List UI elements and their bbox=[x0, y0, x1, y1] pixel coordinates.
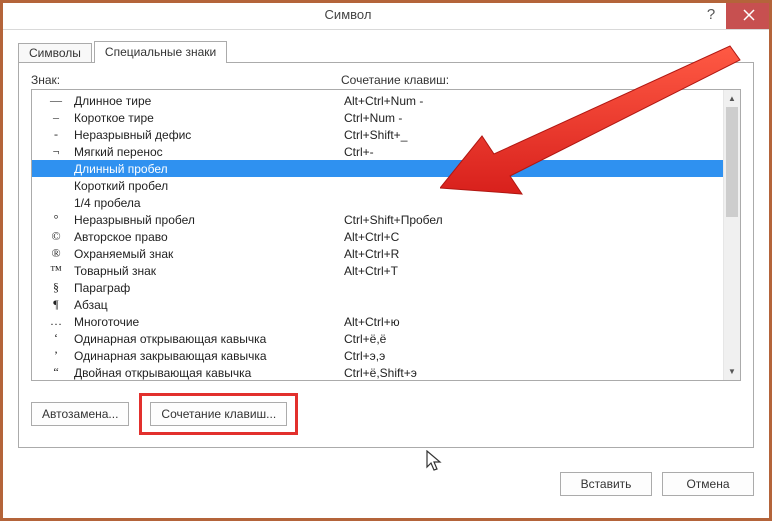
scroll-down-button[interactable]: ▼ bbox=[724, 363, 740, 380]
list-item[interactable]: Короткий пробел bbox=[32, 177, 723, 194]
list-item[interactable]: –Короткое тиреCtrl+Num - bbox=[32, 109, 723, 126]
symbol-glyph: ™ bbox=[38, 263, 74, 278]
list-item[interactable]: ¬Мягкий переносCtrl+- bbox=[32, 143, 723, 160]
list-item[interactable]: ‘Одинарная открывающая кавычкаCtrl+ё,ё bbox=[32, 330, 723, 347]
scrollbar[interactable]: ▲ ▼ bbox=[723, 90, 740, 380]
cancel-button[interactable]: Отмена bbox=[662, 472, 754, 496]
symbol-glyph: ® bbox=[38, 246, 74, 261]
symbol-glyph: ° bbox=[38, 212, 74, 227]
scroll-up-button[interactable]: ▲ bbox=[724, 90, 740, 107]
symbol-shortcut: Alt+Ctrl+C bbox=[344, 230, 723, 244]
symbol-shortcut: Ctrl+Shift+Пробел bbox=[344, 213, 723, 227]
symbol-name: Двойная открывающая кавычка bbox=[74, 366, 344, 380]
column-header-sign: Знак: bbox=[31, 73, 341, 87]
special-chars-list[interactable]: —Длинное тиреAlt+Ctrl+Num -–Короткое тир… bbox=[31, 89, 741, 381]
symbol-shortcut: Ctrl+- bbox=[344, 145, 723, 159]
symbol-shortcut: Ctrl+э,э bbox=[344, 349, 723, 363]
tab-special-chars[interactable]: Специальные знаки bbox=[94, 41, 227, 63]
symbol-glyph: — bbox=[38, 93, 74, 108]
symbol-name: 1/4 пробела bbox=[74, 196, 344, 210]
scroll-thumb[interactable] bbox=[726, 107, 738, 217]
tab-panel-special: Знак: Сочетание клавиш: —Длинное тиреAlt… bbox=[18, 62, 754, 448]
symbol-glyph: “ bbox=[38, 365, 74, 380]
list-item[interactable]: §Параграф bbox=[32, 279, 723, 296]
tab-symbols[interactable]: Символы bbox=[18, 43, 92, 63]
symbol-name: Неразрывный пробел bbox=[74, 213, 344, 227]
symbol-shortcut: Ctrl+ё,ё bbox=[344, 332, 723, 346]
list-item[interactable]: —Длинное тиреAlt+Ctrl+Num - bbox=[32, 92, 723, 109]
symbol-glyph: - bbox=[38, 127, 74, 142]
list-item[interactable]: ©Авторское правоAlt+Ctrl+C bbox=[32, 228, 723, 245]
symbol-name: Короткое тире bbox=[74, 111, 344, 125]
symbol-glyph: © bbox=[38, 229, 74, 244]
list-item[interactable]: -Неразрывный дефисCtrl+Shift+_ bbox=[32, 126, 723, 143]
symbol-glyph: ¬ bbox=[38, 144, 74, 159]
symbol-shortcut: Ctrl+Num - bbox=[344, 111, 723, 125]
symbol-shortcut: Alt+Ctrl+Num - bbox=[344, 94, 723, 108]
symbol-name: Параграф bbox=[74, 281, 344, 295]
highlight-annotation: Сочетание клавиш... bbox=[139, 393, 298, 435]
symbol-name: Неразрывный дефис bbox=[74, 128, 344, 142]
list-item[interactable]: Длинный пробел bbox=[32, 160, 723, 177]
list-item[interactable]: ¶Абзац bbox=[32, 296, 723, 313]
help-button[interactable]: ? bbox=[696, 0, 726, 29]
list-item[interactable]: “Двойная открывающая кавычкаCtrl+ё,Shift… bbox=[32, 364, 723, 380]
column-header-shortcut: Сочетание клавиш: bbox=[341, 73, 449, 87]
symbol-shortcut: Alt+Ctrl+R bbox=[344, 247, 723, 261]
close-button[interactable] bbox=[726, 0, 772, 29]
list-item[interactable]: 1/4 пробела bbox=[32, 194, 723, 211]
insert-button[interactable]: Вставить bbox=[560, 472, 652, 496]
window-title: Символ bbox=[0, 7, 696, 22]
list-item[interactable]: °Неразрывный пробелCtrl+Shift+Пробел bbox=[32, 211, 723, 228]
symbol-name: Многоточие bbox=[74, 315, 344, 329]
list-item[interactable]: …МноготочиеAlt+Ctrl+ю bbox=[32, 313, 723, 330]
symbol-name: Длинный пробел bbox=[74, 162, 344, 176]
symbol-name: Короткий пробел bbox=[74, 179, 344, 193]
symbol-shortcut: Ctrl+Shift+_ bbox=[344, 128, 723, 142]
symbol-name: Абзац bbox=[74, 298, 344, 312]
list-item[interactable]: ®Охраняемый знакAlt+Ctrl+R bbox=[32, 245, 723, 262]
list-item[interactable]: ’Одинарная закрывающая кавычкаCtrl+э,э bbox=[32, 347, 723, 364]
symbol-glyph: ’ bbox=[38, 348, 74, 363]
symbol-dialog: Символ ? Символы Специальные знаки Знак:… bbox=[0, 0, 772, 521]
symbol-name: Длинное тире bbox=[74, 94, 344, 108]
symbol-shortcut: Ctrl+ё,Shift+э bbox=[344, 366, 723, 380]
symbol-glyph: ‘ bbox=[38, 331, 74, 346]
symbol-name: Одинарная закрывающая кавычка bbox=[74, 349, 344, 363]
autocorrect-button[interactable]: Автозамена... bbox=[31, 402, 129, 426]
symbol-name: Авторское право bbox=[74, 230, 344, 244]
symbol-name: Мягкий перенос bbox=[74, 145, 344, 159]
symbol-name: Охраняемый знак bbox=[74, 247, 344, 261]
symbol-glyph: – bbox=[38, 110, 74, 125]
symbol-name: Одинарная открывающая кавычка bbox=[74, 332, 344, 346]
symbol-glyph: § bbox=[38, 280, 74, 295]
titlebar: Символ ? bbox=[0, 0, 772, 30]
symbol-glyph: ¶ bbox=[38, 297, 74, 312]
symbol-shortcut: Alt+Ctrl+T bbox=[344, 264, 723, 278]
symbol-name: Товарный знак bbox=[74, 264, 344, 278]
list-item[interactable]: ™Товарный знакAlt+Ctrl+T bbox=[32, 262, 723, 279]
symbol-glyph: … bbox=[38, 314, 74, 329]
shortcut-key-button[interactable]: Сочетание клавиш... bbox=[150, 402, 287, 426]
symbol-shortcut: Alt+Ctrl+ю bbox=[344, 315, 723, 329]
